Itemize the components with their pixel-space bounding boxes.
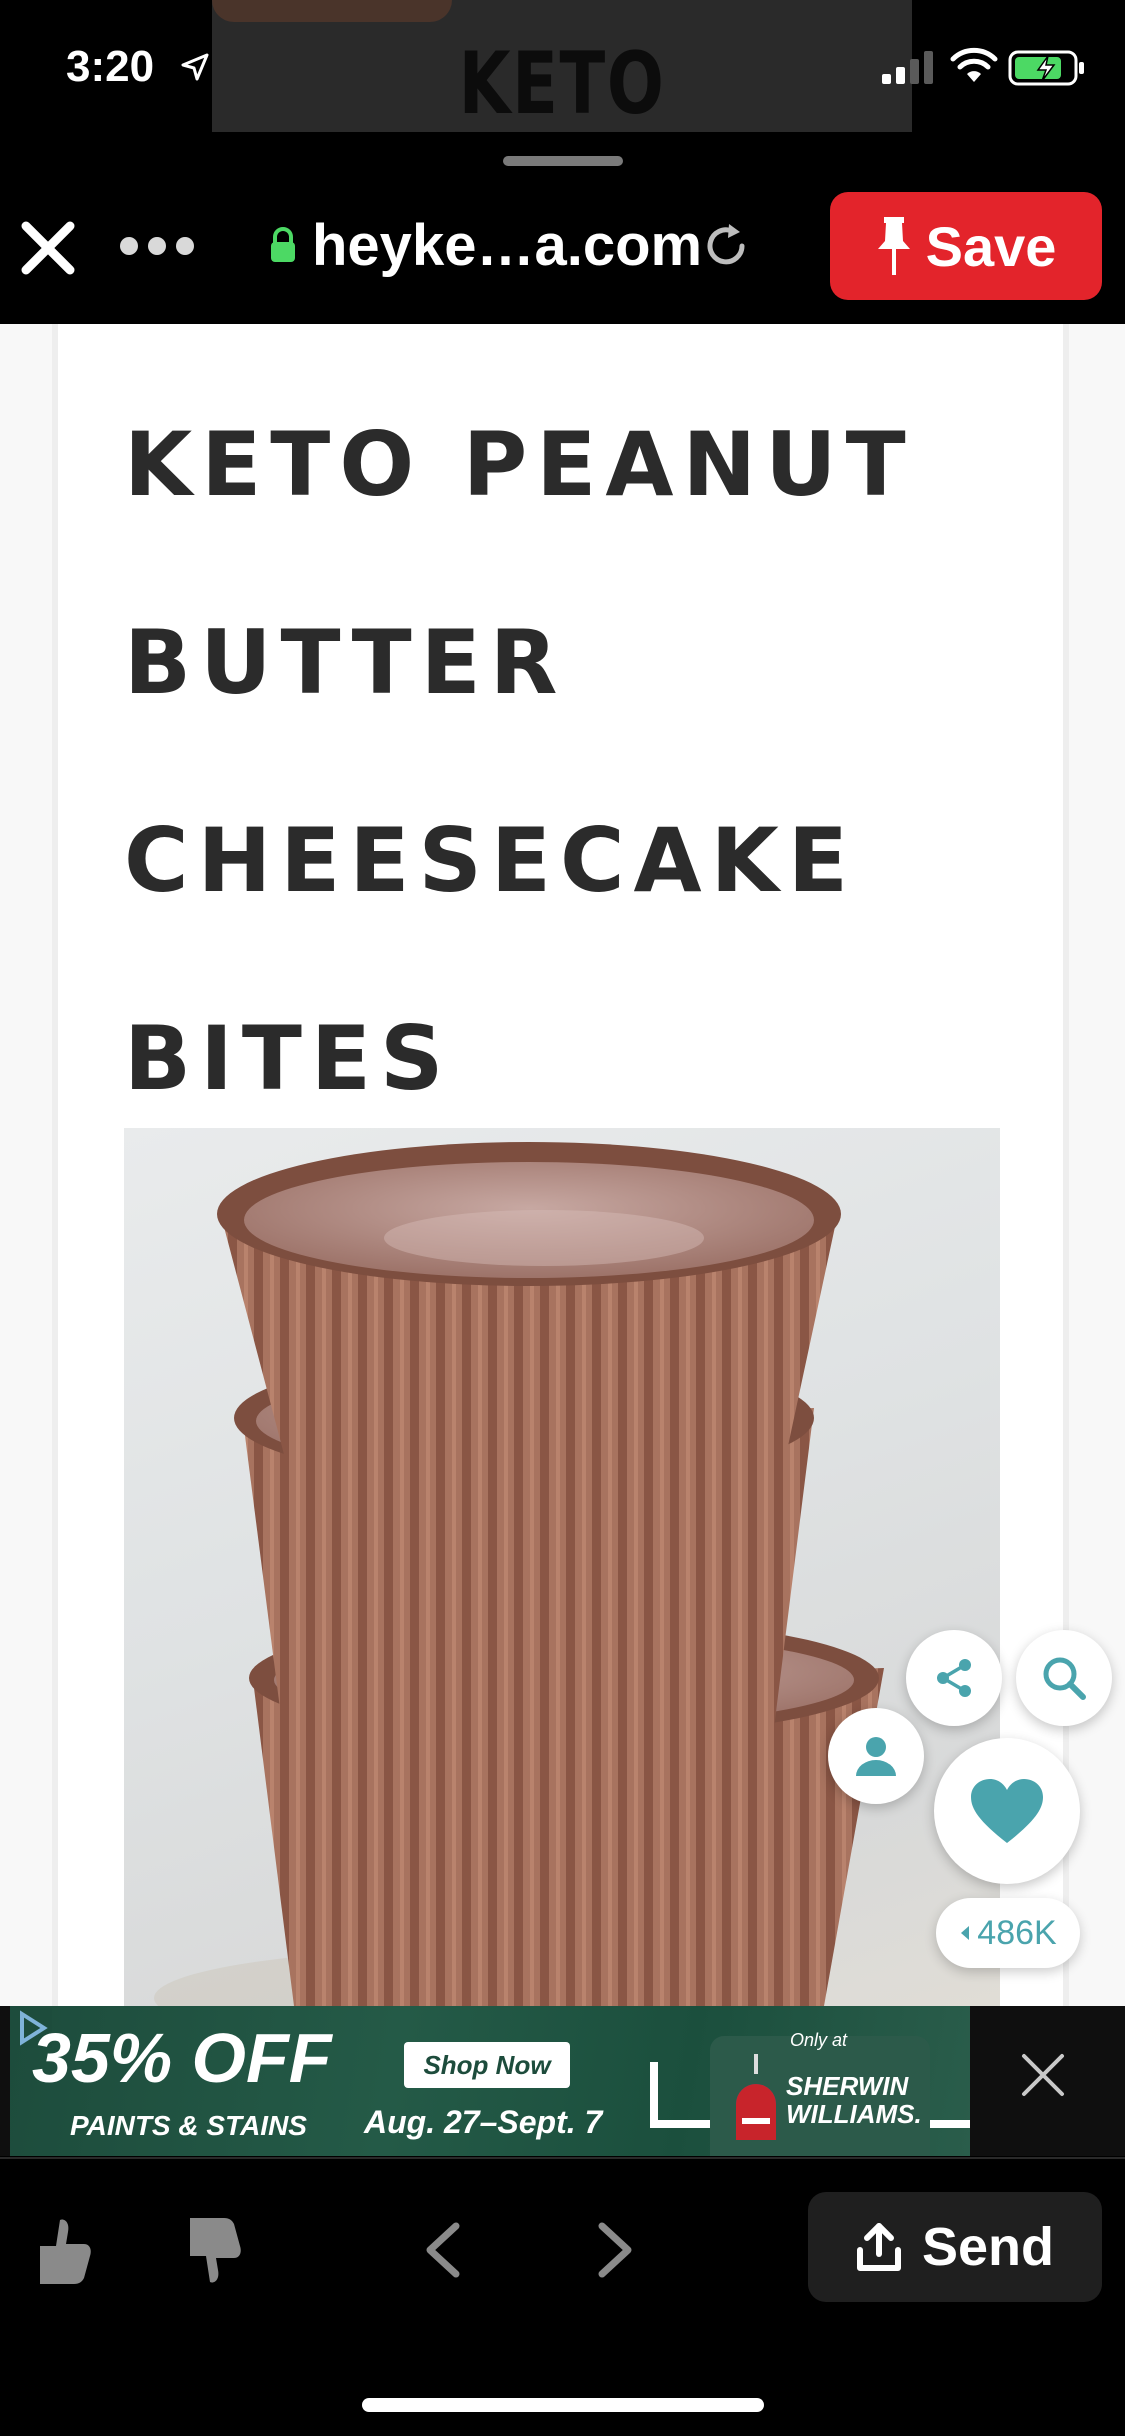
- ad-bar: 35% OFF PAINTS & STAINS Shop Now Aug. 27…: [0, 2006, 1125, 2156]
- thumbs-down-icon[interactable]: [180, 2216, 242, 2286]
- cellular-signal-icon: [882, 51, 933, 84]
- reload-icon[interactable]: [702, 222, 750, 270]
- browser-bar: heyke…a.com Save: [0, 176, 1125, 324]
- close-ad-icon[interactable]: [1018, 2050, 1068, 2100]
- ad-dates: Aug. 27–Sept. 7: [364, 2104, 603, 2140]
- page-right-gutter: [1063, 324, 1125, 2006]
- person-icon: [856, 1737, 896, 1776]
- save-button[interactable]: Save: [830, 192, 1102, 300]
- status-time: 3:20: [66, 42, 155, 91]
- send-label: Send: [921, 2217, 1055, 2277]
- share-button[interactable]: [906, 1630, 1002, 1726]
- caret-left-icon: [961, 1926, 970, 1940]
- send-button[interactable]: Send: [808, 2192, 1102, 2302]
- brand-line: SHERWIN: [786, 2071, 909, 2101]
- close-icon[interactable]: [16, 216, 80, 280]
- web-page-content[interactable]: KETO PEANUT BUTTER CHEESECAKE BITES: [0, 324, 1125, 2006]
- article-title: KETO PEANUT BUTTER CHEESECAKE BITES: [124, 366, 1004, 1158]
- sheet-grab-handle[interactable]: [503, 156, 623, 166]
- ad-shop-now-button[interactable]: Shop Now: [404, 2042, 570, 2088]
- pin-icon: [877, 217, 910, 275]
- heart-icon: [971, 1779, 1043, 1843]
- search-icon: [1043, 1657, 1086, 1700]
- site-preview-thumbnail: KETO: [212, 0, 912, 132]
- battery-icon: [1008, 50, 1084, 86]
- search-button[interactable]: [1016, 1630, 1112, 1726]
- peanut-butter-cups-illustration: [154, 1142, 884, 2006]
- brand-logo-icon: [736, 2054, 776, 2140]
- brand-line: WILLIAMS.: [786, 2099, 922, 2129]
- forward-arrow-icon[interactable]: [594, 2220, 638, 2280]
- like-count-badge[interactable]: 486K: [936, 1898, 1080, 1968]
- title-line: CHEESECAKE: [124, 809, 857, 912]
- share-icon: [937, 1659, 971, 1697]
- home-indicator[interactable]: [362, 2398, 764, 2412]
- ad-banner[interactable]: 35% OFF PAINTS & STAINS Shop Now Aug. 27…: [10, 2006, 970, 2156]
- recipe-photo: [124, 1128, 1000, 2006]
- like-count: 486K: [977, 1913, 1057, 1952]
- more-options-button[interactable]: [120, 234, 196, 258]
- site-preview-text: KETO: [458, 34, 666, 132]
- ad-subline: PAINTS & STAINS: [70, 2110, 307, 2141]
- ad-brand-name: SHERWIN WILLIAMS.: [786, 2072, 922, 2128]
- like-button[interactable]: [934, 1738, 1080, 1884]
- title-line: BUTTER: [124, 611, 567, 714]
- status-bar: KETO 3:20: [0, 0, 1125, 140]
- thumbs-up-icon[interactable]: [30, 2216, 92, 2286]
- ad-only-at: Only at: [790, 2030, 848, 2050]
- title-line: KETO PEANUT: [124, 413, 915, 516]
- page-left-gutter: [0, 324, 58, 2006]
- ad-headline: 35% OFF: [32, 2019, 332, 2097]
- location-arrow-icon: [181, 53, 209, 81]
- save-label: Save: [925, 214, 1057, 278]
- wifi-icon: [950, 47, 998, 82]
- bottom-toolbar: Send: [0, 2156, 1125, 2436]
- back-arrow-icon[interactable]: [420, 2220, 464, 2280]
- profile-button[interactable]: [828, 1708, 924, 1804]
- url-address[interactable]: heyke…a.com: [312, 212, 702, 279]
- toolbar-divider: [0, 2157, 1125, 2159]
- lock-icon: [271, 227, 295, 262]
- upload-icon: [856, 2223, 901, 2271]
